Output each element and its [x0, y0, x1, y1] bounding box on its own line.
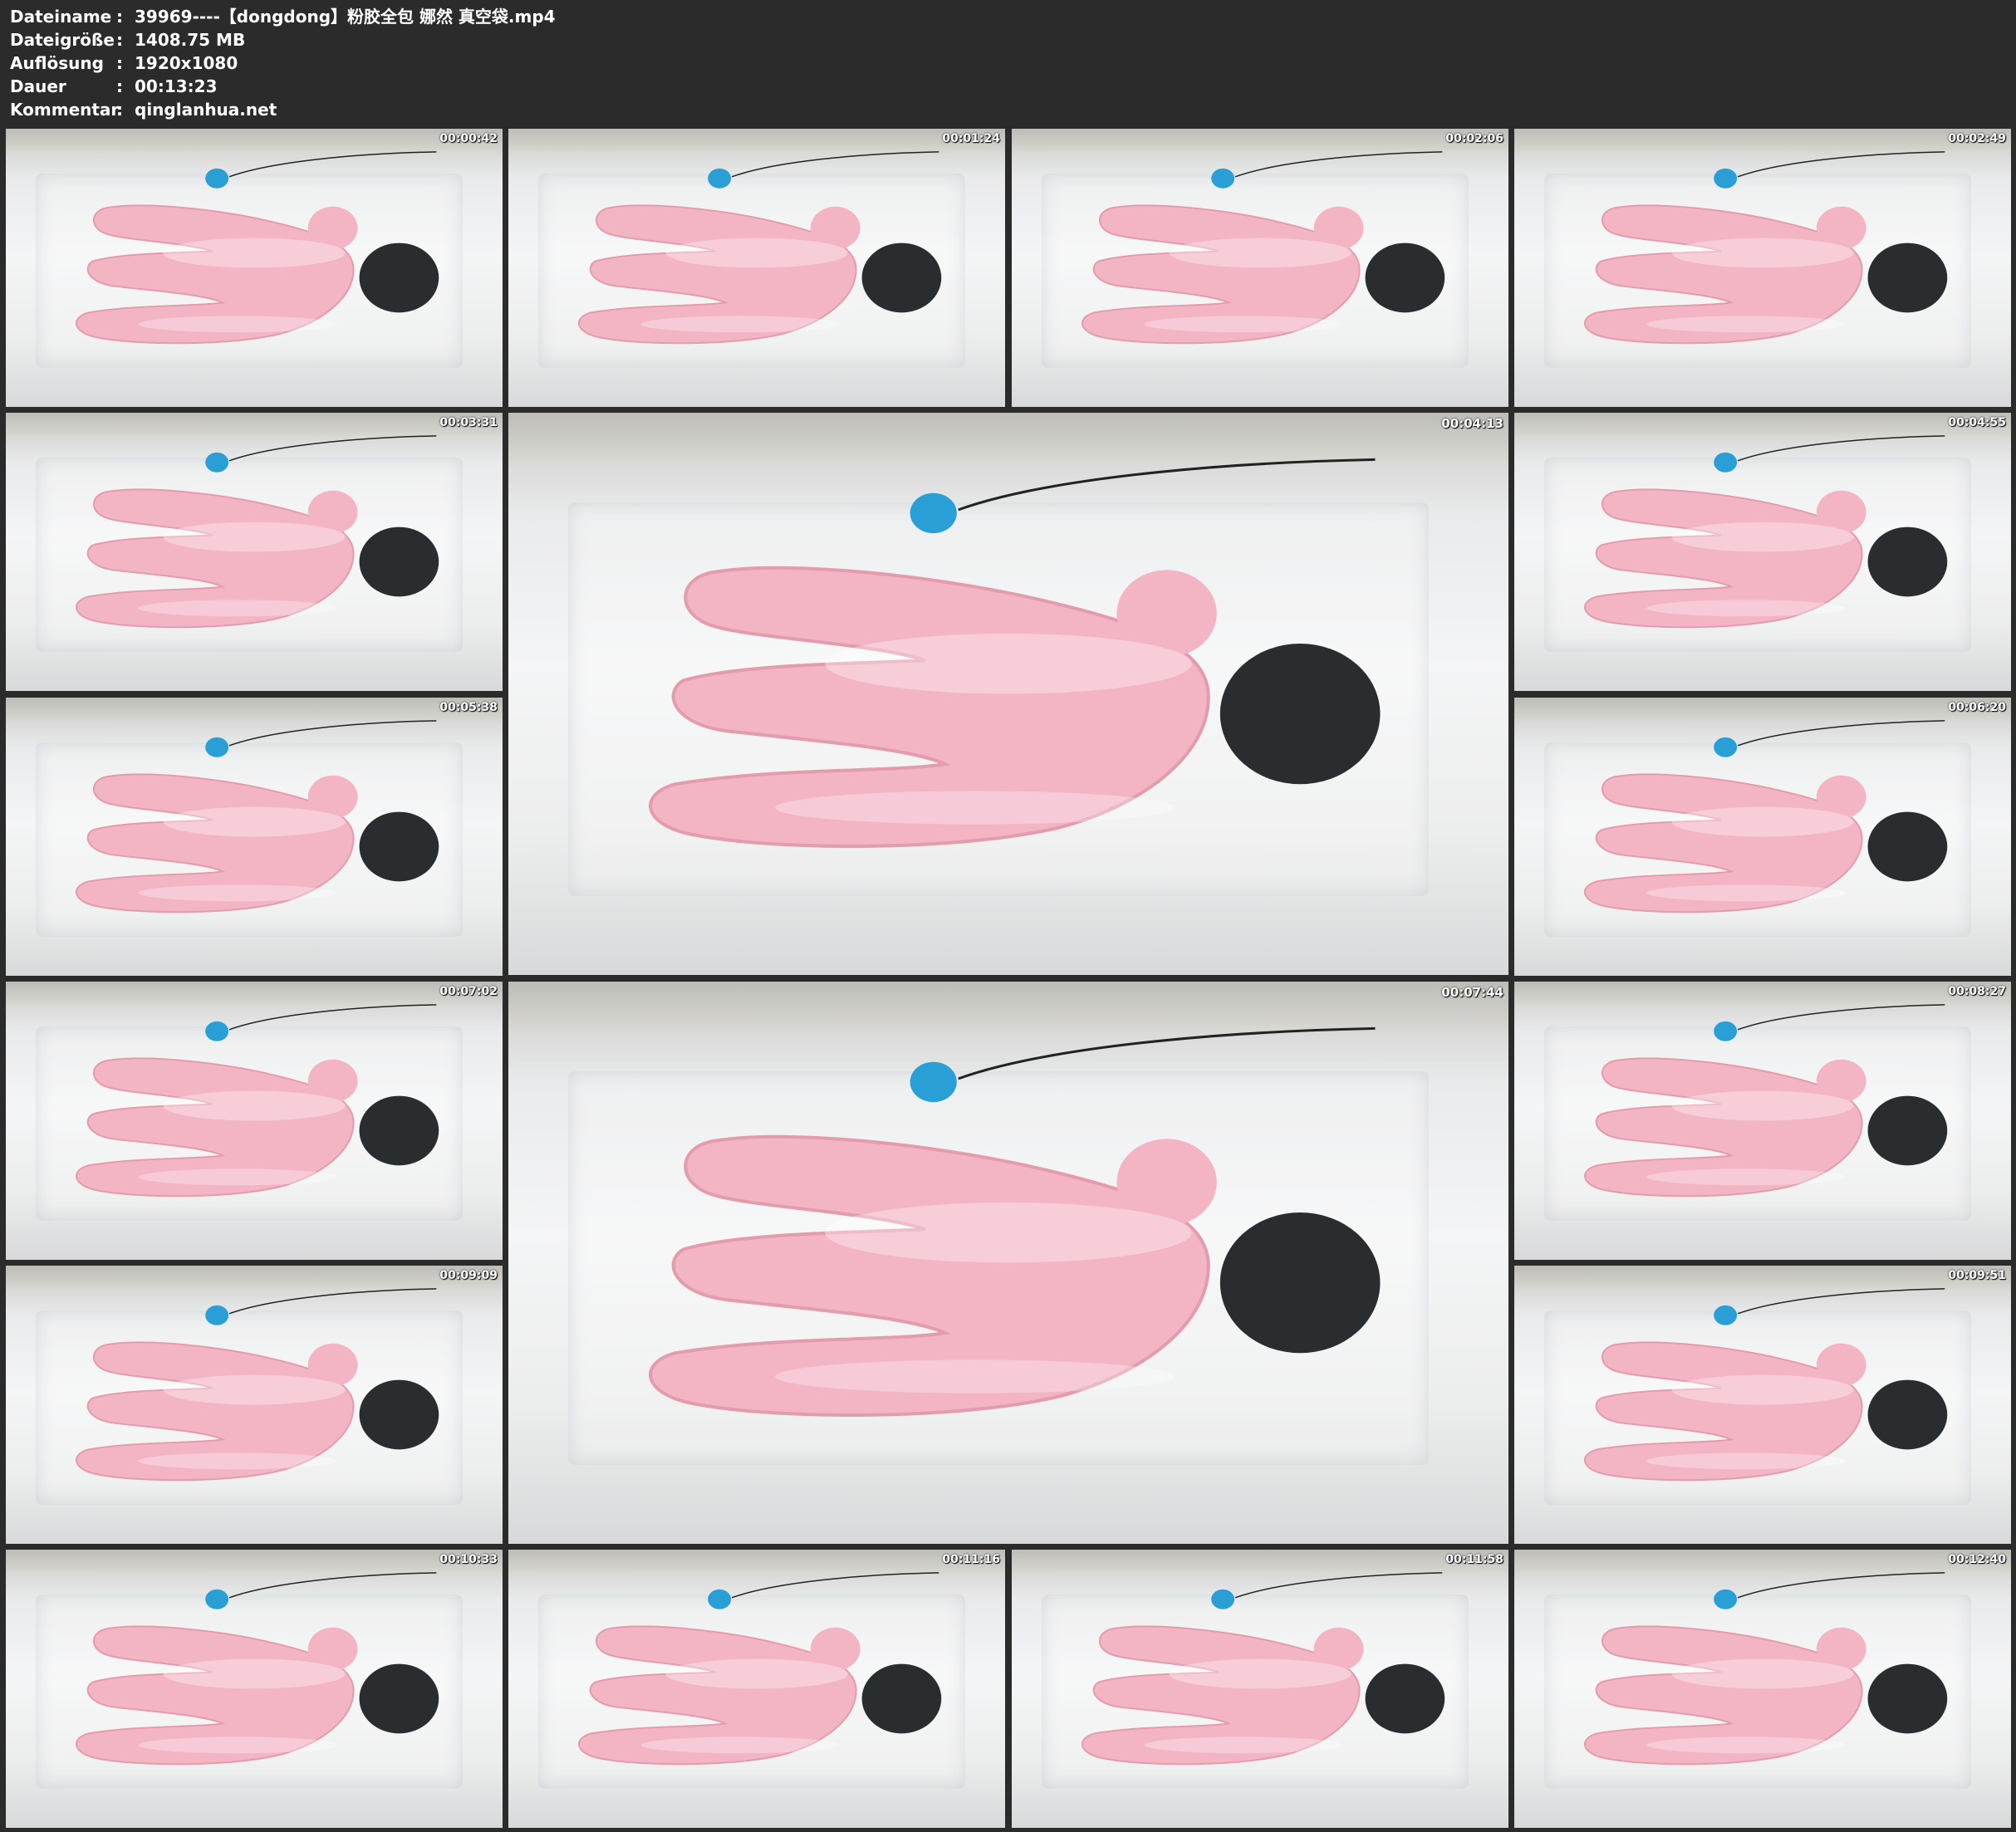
scene-illustration — [577, 1572, 942, 1766]
hood-shape — [1219, 1212, 1381, 1354]
scene-illustration — [1583, 151, 1948, 345]
hood-shape — [359, 1095, 439, 1166]
pump-icon — [1714, 1021, 1738, 1041]
video-thumbnail: 00:09:51 — [1514, 1266, 2011, 1544]
pump-icon — [910, 492, 957, 534]
video-thumbnail: 00:00:42 — [6, 129, 503, 407]
pump-icon — [708, 168, 732, 189]
pump-icon — [1714, 1305, 1738, 1325]
video-thumbnail: 00:05:38 — [6, 698, 503, 976]
scene-illustration — [75, 1572, 439, 1766]
timestamp-label: 00:08:27 — [1948, 985, 2006, 998]
pump-icon — [910, 1061, 957, 1103]
scene-illustration — [1583, 435, 1948, 629]
pump-icon — [1714, 1589, 1738, 1609]
scene-illustration — [75, 720, 439, 914]
hood-shape — [1867, 1379, 1948, 1450]
timestamp-label: 00:04:55 — [1948, 416, 2006, 429]
hood-shape — [359, 1379, 439, 1450]
timestamp-label: 00:07:44 — [1441, 985, 1503, 1000]
hood-shape — [1867, 1663, 1948, 1734]
timestamp-label: 00:11:58 — [1445, 1553, 1503, 1566]
hood-shape — [1867, 1095, 1948, 1166]
video-thumbnail: 00:07:44 — [508, 982, 1508, 1544]
timestamp-label: 00:03:31 — [439, 416, 498, 429]
timestamp-label: 00:00:42 — [439, 132, 498, 145]
video-thumbnail: 00:04:55 — [1514, 413, 2011, 691]
hood-shape — [1867, 811, 1948, 882]
hood-shape — [861, 1663, 942, 1734]
timestamp-label: 00:01:24 — [942, 132, 1000, 145]
video-thumbnail: 00:11:58 — [1012, 1550, 1508, 1828]
video-thumbnail: 00:02:06 — [1012, 129, 1508, 407]
video-thumbnail: 00:09:09 — [6, 1266, 503, 1544]
scene-illustration — [75, 1288, 439, 1482]
pump-icon — [205, 452, 229, 473]
video-thumbnail: 00:11:16 — [508, 1550, 1005, 1828]
timestamp-label: 00:11:16 — [942, 1553, 1000, 1566]
hood-shape — [1219, 644, 1381, 785]
timestamp-label: 00:09:09 — [439, 1269, 498, 1282]
video-thumbnail: 00:12:40 — [1514, 1550, 2011, 1828]
video-thumbnail: 00:03:31 — [6, 413, 503, 691]
timestamp-label: 00:09:51 — [1948, 1269, 2006, 1282]
scene-illustration — [1583, 720, 1948, 914]
scene-illustration — [75, 435, 439, 629]
scene-illustration — [1583, 1004, 1948, 1198]
hood-shape — [861, 242, 942, 313]
pump-icon — [205, 1305, 229, 1325]
scene-illustration — [649, 458, 1381, 848]
video-thumbnail: 00:10:33 — [6, 1550, 503, 1828]
scene-illustration — [75, 1004, 439, 1198]
hood-shape — [1365, 1663, 1445, 1734]
timestamp-label: 00:04:13 — [1441, 416, 1503, 431]
timestamp-label: 00:10:33 — [439, 1553, 498, 1566]
pump-icon — [205, 737, 229, 757]
timestamp-label: 00:02:06 — [1445, 132, 1503, 145]
pump-icon — [205, 168, 229, 189]
pump-icon — [1714, 452, 1738, 473]
video-thumbnail: 00:02:49 — [1514, 129, 2011, 407]
scene-illustration — [75, 151, 439, 345]
scene-illustration — [1081, 1572, 1445, 1766]
timestamp-label: 00:07:02 — [439, 985, 498, 998]
pump-icon — [205, 1021, 229, 1041]
pump-icon — [1714, 737, 1738, 757]
hood-shape — [359, 527, 439, 597]
hood-shape — [1365, 242, 1445, 313]
scene-illustration — [1583, 1572, 1948, 1766]
video-thumbnail: 00:08:27 — [1514, 982, 2011, 1260]
pump-icon — [708, 1589, 732, 1609]
pump-icon — [205, 1589, 229, 1609]
scene-illustration — [577, 151, 942, 345]
video-thumbnail: 00:04:13 — [508, 413, 1508, 975]
hood-shape — [359, 1663, 439, 1734]
pump-icon — [1714, 168, 1738, 189]
scene-illustration — [1583, 1288, 1948, 1482]
scene-illustration — [649, 1026, 1381, 1417]
pump-icon — [1211, 1589, 1235, 1609]
scene-illustration — [1081, 151, 1445, 345]
timestamp-label: 00:06:20 — [1948, 701, 2006, 714]
pump-icon — [1211, 168, 1235, 189]
timestamp-label: 00:02:49 — [1948, 132, 2006, 145]
hood-shape — [1867, 527, 1948, 597]
hood-shape — [359, 811, 439, 882]
video-thumbnail: 00:01:24 — [508, 129, 1005, 407]
timestamp-label: 00:05:38 — [439, 701, 498, 714]
timestamp-label: 00:12:40 — [1948, 1553, 2006, 1566]
hood-shape — [1867, 242, 1948, 313]
thumbnail-grid: 00:00:42 00:01:24 00:02:06 00:02:49 00:0… — [0, 0, 2016, 1832]
video-thumbnail: 00:07:02 — [6, 982, 503, 1260]
hood-shape — [359, 242, 439, 313]
video-thumbnail: 00:06:20 — [1514, 698, 2011, 976]
